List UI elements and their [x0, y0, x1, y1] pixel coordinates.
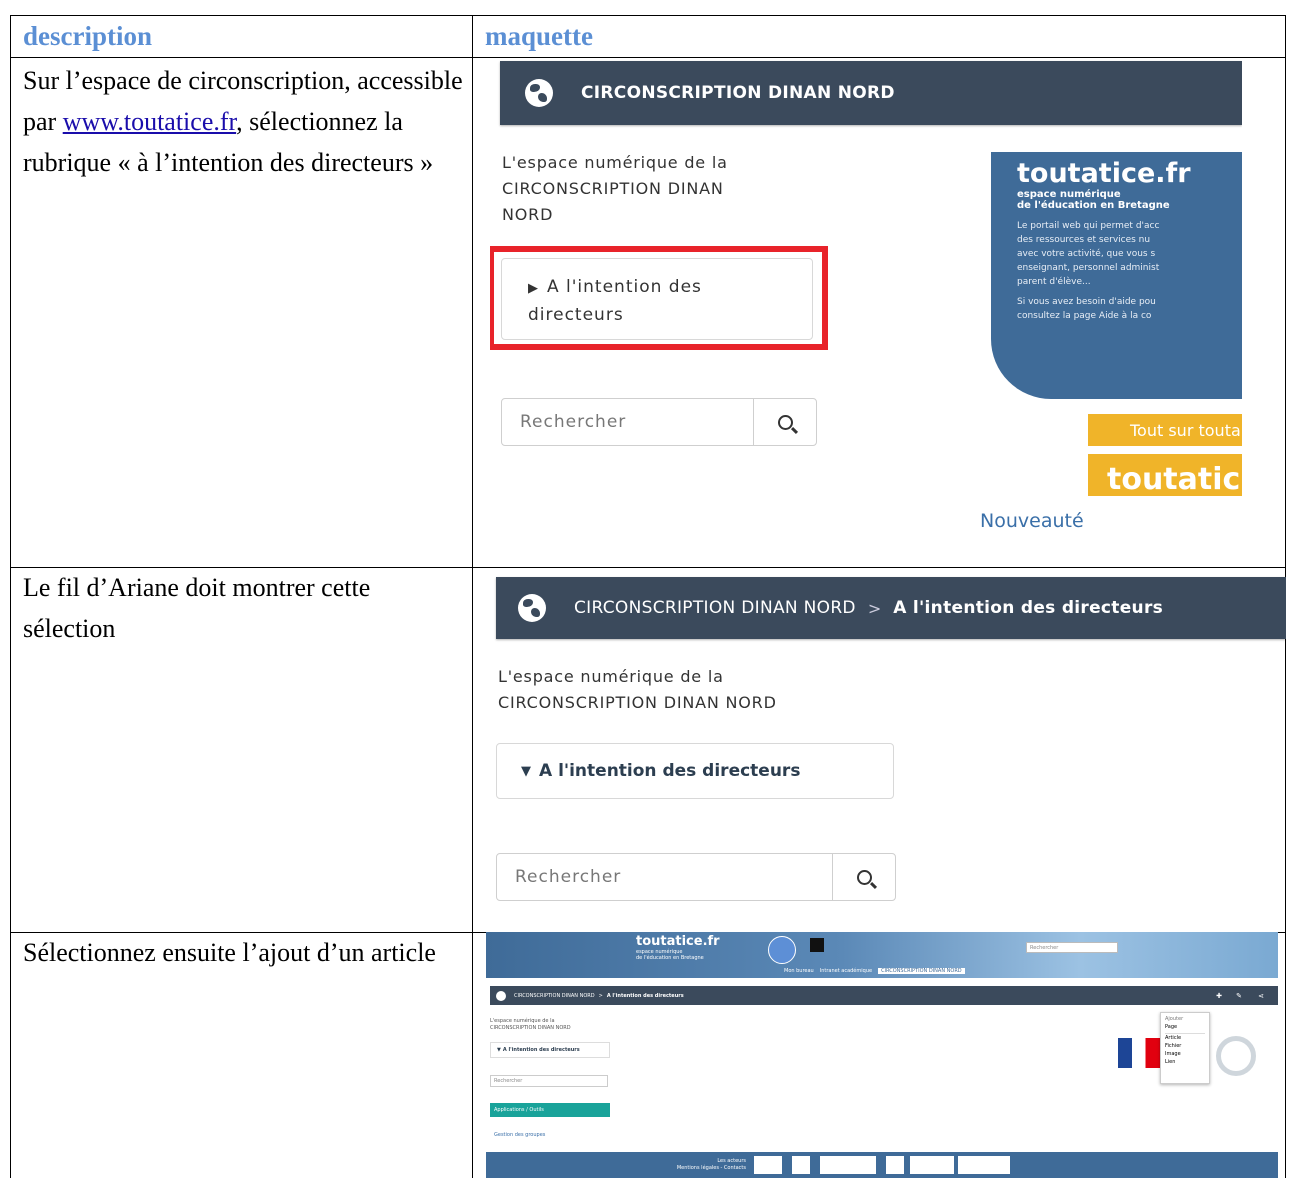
intro-line: CIRCONSCRIPTION DINAN NORD [490, 1025, 571, 1031]
header-logo: toutatice.fr espace numérique de l'éduca… [636, 934, 720, 961]
footer-logo-icon [958, 1156, 1010, 1174]
intro-line: NORD [502, 205, 554, 224]
search-input[interactable]: Rechercher [497, 854, 832, 900]
table-column-divider [472, 16, 473, 1178]
academie-e-logo-icon [1216, 1036, 1256, 1076]
marianne-logo-icon [1118, 1038, 1160, 1068]
dropdown-item-page[interactable]: Page [1165, 1023, 1205, 1031]
caret-right-icon: ▶ [528, 281, 539, 296]
footer-logo-icon [910, 1156, 954, 1174]
add-icon[interactable]: ✚ [1216, 992, 1222, 1000]
ajouter-dropdown: Ajouter Page Article Fichier Image Lien [1160, 1012, 1210, 1084]
bretagne-logo-icon [810, 938, 824, 952]
dropdown-item-article[interactable]: Article [1165, 1033, 1205, 1042]
intro-line: L'espace numérique de la [502, 153, 728, 172]
mockup-fil-ariane: CIRCONSCRIPTION DINAN NORD > A l'intenti… [490, 575, 1286, 915]
intro-text: L'espace numérique de la CIRCONSCRIPTION… [502, 150, 728, 228]
intro-line: CIRCONSCRIPTION DINAN NORD [498, 693, 777, 712]
menu-item-intention-directeurs[interactable]: ▶ A l'intention des directeurs [501, 258, 813, 340]
gestion-groupes-link[interactable]: Gestion des groupes [494, 1132, 545, 1138]
column-header-description: description [23, 21, 153, 51]
row2-description: Le fil d’Ariane doit montrer cette sélec… [23, 573, 371, 643]
dropdown-title: Ajouter [1165, 1016, 1184, 1022]
site-header: toutatice.fr espace numérique de l'éduca… [486, 932, 1278, 978]
header-search-input[interactable]: Rechercher [1026, 942, 1118, 953]
breadcrumb-current: A l'intention des directeurs [606, 992, 684, 999]
row1-description: Sur l’espace de circonscription, accessi… [23, 60, 463, 183]
search-box: Rechercher [501, 398, 817, 446]
dropdown-item-image[interactable]: Image [1165, 1050, 1205, 1058]
search-icon [856, 869, 872, 885]
caret-down-icon: ▼ [497, 1047, 501, 1053]
footer-logo-icon [754, 1156, 782, 1174]
toutatice-promo-panel: toutatice.fr espace numérique de l'éduca… [991, 152, 1242, 399]
search-icon [777, 414, 793, 430]
site-navbar-breadcrumb: CIRCONSCRIPTION DINAN NORD > A l'intenti… [496, 577, 1286, 639]
edit-icon[interactable]: ✎ [1236, 992, 1242, 1000]
menu-item-label: A l'intention des directeurs [502, 1047, 580, 1053]
menu-item-label: directeurs [528, 305, 624, 325]
search-button[interactable] [832, 854, 895, 900]
breadcrumb-root[interactable]: CIRCONSCRIPTION DINAN NORD [514, 993, 595, 999]
footer-logo-icon [886, 1156, 904, 1174]
breadcrumb-separator: > [867, 598, 882, 618]
column-header-maquette: maquette [485, 21, 593, 51]
footer-links: Les acteurs Mentions légales - Contacts [676, 1158, 746, 1172]
menu-item-intention-directeurs[interactable]: ▼ A l'intention des directeurs [490, 1042, 610, 1058]
footer-link[interactable]: Les acteurs [676, 1158, 746, 1165]
globe-icon [496, 990, 506, 1001]
mockup-page-complete: toutatice.fr espace numérique de l'éduca… [486, 932, 1278, 1178]
header-subtitle: de l'éducation en Bretagne [636, 955, 704, 961]
caret-down-icon: ▼ [521, 763, 531, 779]
intro-line: L'espace numérique de la [490, 1018, 555, 1024]
promo-title: toutatice.fr [1017, 158, 1191, 189]
promo-help: Si vous avez besoin d'aide pou consultez … [1017, 297, 1156, 321]
tab-intranet[interactable]: Intranet académique [820, 968, 872, 974]
search-input[interactable]: Rechercher [490, 1075, 608, 1087]
tab-mon-bureau[interactable]: Mon bureau [784, 968, 814, 974]
breadcrumb-root[interactable]: CIRCONSCRIPTION DINAN NORD [574, 598, 856, 618]
tout-sur-toutatice-button[interactable]: Tout sur touta [1088, 414, 1242, 446]
intro-line: L'espace numérique de la [498, 667, 724, 686]
menu-item-label: A l'intention des [547, 277, 702, 297]
globe-icon [518, 594, 546, 622]
intro-text: L'espace numérique de la CIRCONSCRIPTION… [490, 1018, 571, 1032]
row3-description: Sélectionnez ensuite l’ajout d’un articl… [23, 938, 436, 967]
promo-subtitle: de l'éducation en Bretagne [1017, 200, 1170, 211]
header-tabs: Mon bureau Intranet académique CIRCONSCR… [784, 968, 965, 974]
search-button[interactable] [753, 399, 816, 445]
mockup-espace-circonscription: CIRCONSCRIPTION DINAN NORD L'espace numé… [490, 58, 1242, 548]
footer-link[interactable]: Mentions légales - Contacts [676, 1165, 746, 1172]
site-navbar: CIRCONSCRIPTION DINAN NORD [500, 61, 1242, 125]
dropdown-item-lien[interactable]: Lien [1165, 1058, 1205, 1066]
nouveaute-link[interactable]: Nouveauté [980, 510, 1084, 532]
applications-outils-button[interactable]: Applications / Outils [490, 1103, 610, 1117]
share-icon[interactable]: ⋖ [1258, 992, 1264, 1000]
footer-logo-icon [820, 1156, 876, 1174]
tab-circonscription[interactable]: CIRCONSCRIPTION DINAN NORD [878, 968, 965, 974]
toutatice-banner[interactable]: toutatic [1088, 454, 1242, 497]
search-box: Rechercher [496, 853, 896, 901]
promo-subtitle: espace numérique [1017, 189, 1121, 200]
dropdown-item-fichier[interactable]: Fichier [1165, 1042, 1205, 1050]
breadcrumb-separator: > [598, 992, 603, 999]
menu-item-intention-directeurs[interactable]: ▼ A l'intention des directeurs [496, 743, 894, 799]
navbar-title[interactable]: CIRCONSCRIPTION DINAN NORD [581, 83, 895, 103]
academie-logo-icon [768, 936, 796, 964]
page-breadcrumb-bar: CIRCONSCRIPTION DINAN NORD > A l'intenti… [490, 986, 1278, 1005]
breadcrumb-current: A l'intention des directeurs [893, 598, 1164, 618]
intro-text: L'espace numérique de la CIRCONSCRIPTION… [498, 664, 777, 716]
intro-line: CIRCONSCRIPTION DINAN [502, 179, 724, 198]
footer-logo-icon [792, 1156, 810, 1174]
promo-paragraph: Le portail web qui permet d'acc des resso… [1017, 221, 1160, 287]
toutatice-link[interactable]: www.toutatice.fr [63, 107, 236, 136]
header-title: toutatice.fr [636, 934, 720, 949]
site-footer: Les acteurs Mentions légales - Contacts [486, 1152, 1278, 1178]
search-input[interactable]: Rechercher [502, 399, 753, 445]
globe-icon [525, 79, 553, 107]
menu-item-label: A l'intention des directeurs [539, 761, 801, 781]
